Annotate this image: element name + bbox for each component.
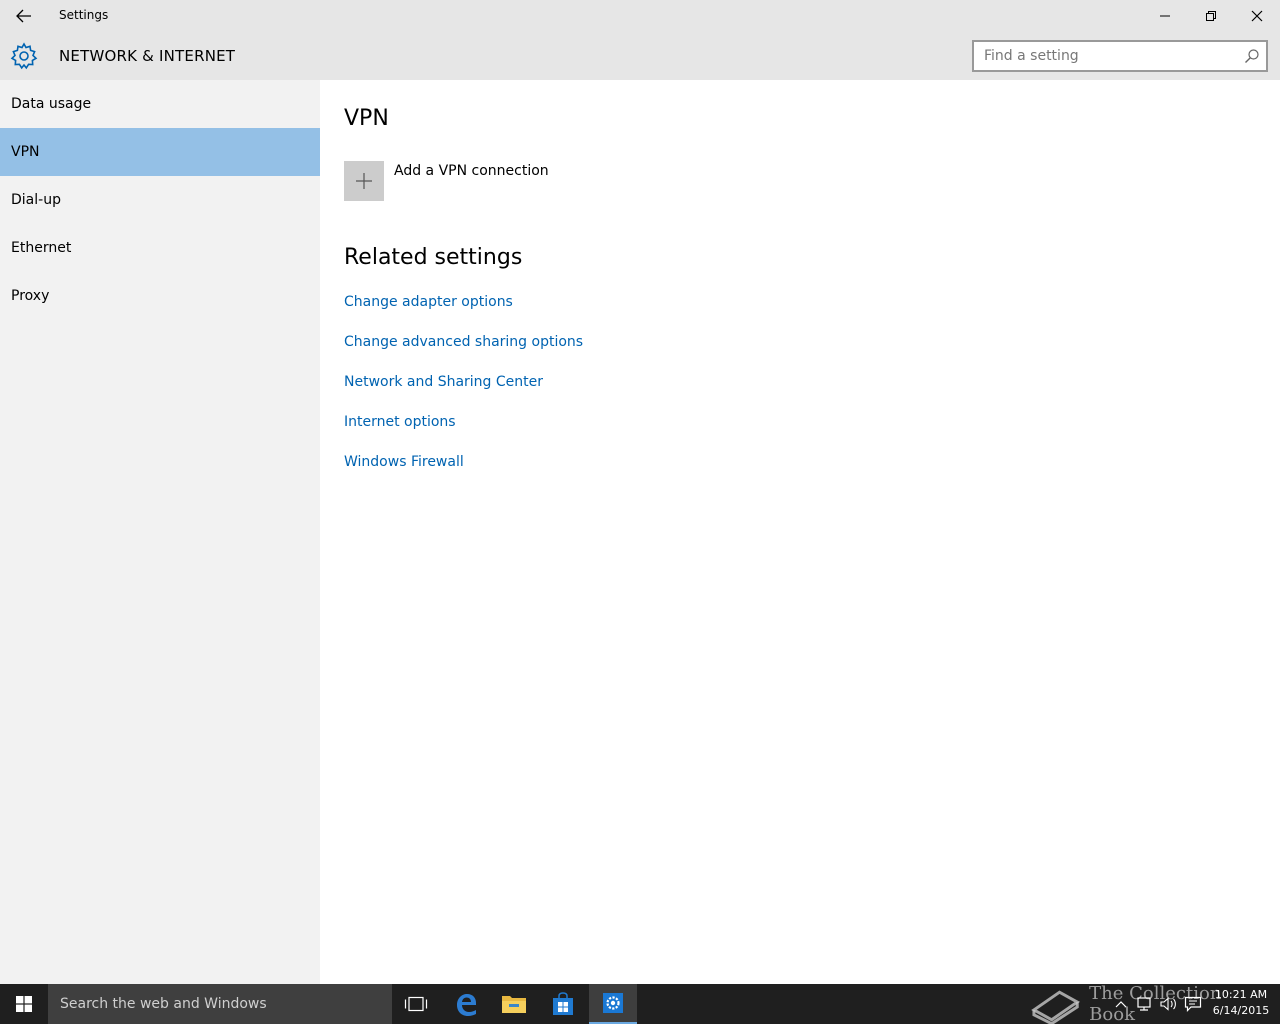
settings-header: NETWORK & INTERNET — [0, 32, 1280, 80]
volume-icon — [1160, 997, 1176, 1011]
edge-button[interactable] — [442, 984, 490, 1024]
file-explorer-button[interactable] — [490, 984, 538, 1024]
minimize-icon — [1160, 15, 1170, 17]
link-change-advanced-sharing[interactable]: Change advanced sharing options — [344, 334, 583, 350]
search-input[interactable] — [974, 42, 1234, 70]
show-hidden-icons-button[interactable] — [1112, 984, 1130, 1024]
action-center-button[interactable] — [1182, 984, 1204, 1024]
clock-date: 6/14/2015 — [1212, 1004, 1270, 1017]
gear-icon — [10, 42, 38, 70]
close-button[interactable] — [1234, 0, 1280, 32]
folder-icon — [502, 996, 526, 1013]
start-button[interactable] — [0, 984, 48, 1024]
back-button[interactable] — [8, 0, 40, 32]
add-vpn-button[interactable]: Add a VPN connection — [344, 161, 549, 201]
task-view-button[interactable] — [392, 984, 440, 1024]
plus-icon — [356, 173, 372, 189]
related-settings-title: Related settings — [344, 245, 523, 270]
sidebar-item-ethernet[interactable]: Ethernet — [0, 224, 320, 272]
sidebar-item-label: Dial-up — [11, 192, 61, 208]
add-vpn-label: Add a VPN connection — [394, 163, 549, 179]
restore-icon — [1206, 11, 1216, 21]
settings-gear-icon — [603, 993, 623, 1013]
sidebar-item-label: Data usage — [11, 96, 92, 112]
section-title: NETWORK & INTERNET — [59, 47, 236, 65]
sidebar: Data usage VPN Dial-up Ethernet Proxy — [0, 80, 320, 984]
clock-time: 10:21 AM — [1214, 988, 1268, 1001]
link-internet-options[interactable]: Internet options — [344, 414, 456, 430]
sidebar-item-label: VPN — [11, 144, 40, 160]
network-icon — [1137, 997, 1151, 1011]
plus-tile[interactable] — [344, 161, 384, 201]
sidebar-item-label: Ethernet — [11, 240, 72, 256]
sidebar-item-vpn[interactable]: VPN — [0, 128, 320, 176]
book-icon — [1031, 990, 1081, 1024]
windows-logo-icon — [16, 996, 32, 1012]
link-windows-firewall[interactable]: Windows Firewall — [344, 454, 464, 470]
sidebar-item-dial-up[interactable]: Dial-up — [0, 176, 320, 224]
page-title: VPN — [344, 106, 389, 131]
network-tray-button[interactable] — [1134, 984, 1156, 1024]
minimize-button[interactable] — [1142, 0, 1188, 32]
task-view-icon — [404, 996, 428, 1012]
taskbar-search[interactable]: Search the web and Windows — [48, 984, 392, 1024]
volume-tray-button[interactable] — [1158, 984, 1180, 1024]
sidebar-item-proxy[interactable]: Proxy — [0, 272, 320, 320]
title-bar: Settings — [0, 0, 1280, 32]
link-network-sharing-center[interactable]: Network and Sharing Center — [344, 374, 543, 390]
action-center-icon — [1184, 996, 1202, 1012]
chevron-up-icon — [1115, 1001, 1127, 1008]
main-content: VPN Add a VPN connection Related setting… — [320, 80, 1280, 984]
search-box[interactable] — [972, 40, 1268, 72]
close-icon — [1251, 10, 1263, 22]
window-title: Settings — [59, 8, 109, 22]
back-arrow-icon — [16, 9, 31, 23]
restore-button[interactable] — [1188, 0, 1234, 32]
taskbar-search-text: Search the web and Windows — [60, 996, 267, 1012]
sidebar-item-data-usage[interactable]: Data usage — [0, 80, 320, 128]
sidebar-item-label: Proxy — [11, 288, 50, 304]
settings-app-button[interactable] — [589, 984, 637, 1024]
search-icon[interactable] — [1244, 48, 1260, 64]
store-button[interactable] — [539, 984, 587, 1024]
taskbar-clock[interactable]: 10:21 AM 6/14/2015 — [1206, 987, 1276, 1019]
edge-icon — [457, 994, 476, 1016]
store-icon — [553, 992, 573, 1015]
taskbar: Search the web and Windows The Collectio… — [0, 983, 1280, 1024]
link-change-adapter-options[interactable]: Change adapter options — [344, 294, 513, 310]
